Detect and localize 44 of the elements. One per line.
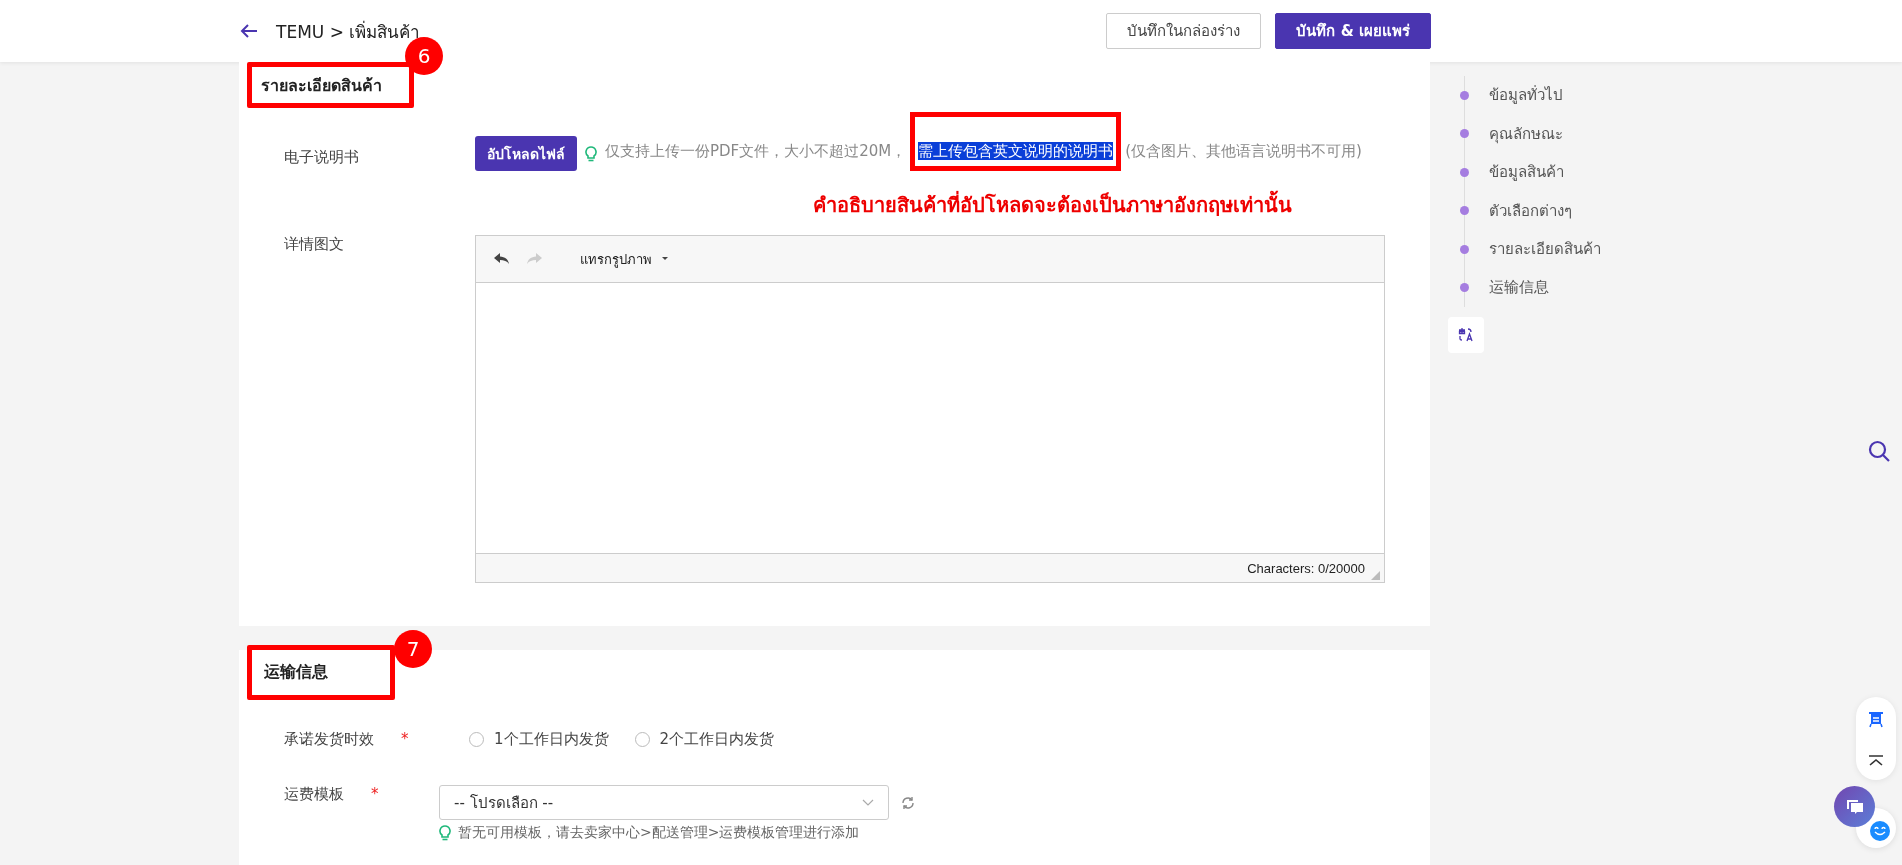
nav-item[interactable]: ตัวเลือกต่างๆ [1460,191,1902,230]
search-icon[interactable] [1868,440,1890,462]
chevron-down-icon [862,799,874,806]
chat-button[interactable] [1834,786,1875,827]
section-title: รายละเอียดสินค้า [261,74,382,97]
section-title: 运输信息 [264,662,328,683]
nav-item[interactable]: ข้อมูลสินค้า [1460,153,1902,192]
lightbulb-icon [585,146,597,162]
back-arrow-icon[interactable] [240,23,258,39]
nav-item[interactable]: คุณลักษณะ [1460,114,1902,153]
board-icon[interactable] [1867,710,1885,729]
back-to-top-icon[interactable] [1868,754,1884,767]
radio-option[interactable]: 1个工作日内发货 [469,730,609,749]
nav-item[interactable]: 运输信息 [1460,268,1902,307]
resize-grip-icon[interactable] [1371,571,1380,580]
publish-button[interactable]: บันทึก & เผยแพร่ [1275,13,1431,49]
rich-text-editor[interactable]: แทรกรูปภาพ Characters: 0/20000 [475,235,1385,583]
nav-item[interactable]: รายละเอียดสินค้า [1460,230,1902,269]
upload-button[interactable]: อัปโหลดไฟล์ [475,136,577,171]
required-mark: * [371,785,380,803]
caret-icon [662,257,668,261]
chat-icon [1845,798,1864,815]
translate-button[interactable] [1448,317,1484,353]
undo-icon[interactable] [494,253,510,265]
smiley-icon [1870,821,1890,841]
translate-icon [1458,327,1474,343]
field-label: 运费模板 [283,785,345,804]
upload-hint: 仅支持上传一份PDF文件，大小不超过20M， 需上传包含英文说明的说明书 (仅含图片、其他语言说明书不可用) [605,140,1365,163]
nav-item[interactable]: ข้อมูลทั่วไป [1460,76,1902,115]
step-badge: 7 [394,630,432,668]
radio-option[interactable]: 2个工作日内发货 [634,730,775,749]
required-mark: * [401,730,410,748]
insert-image-menu[interactable]: แทรกรูปภาพ [580,248,668,270]
shipping-template-dropdown[interactable]: -- โปรดเลือก -- [439,785,889,820]
save-draft-button[interactable]: บันทึกในกล่องร่าง [1106,13,1262,49]
refresh-icon[interactable] [901,795,915,810]
field-label: 详情图文 [283,235,345,255]
annotation-note: คำอธิบายสินค้าที่อัปโหลดจะต้องเป็นภาษาอังกฤษเท่านั้น [813,189,1422,221]
field-label: 电子说明书 [283,147,360,168]
step-badge: 6 [405,37,443,75]
character-count: Characters: 0/20000 [1247,560,1365,576]
field-label: 承诺发货时效 [283,730,375,749]
template-hint: 暂无可用模板，请去卖家中心>配送管理>运费模板管理进行添加 [458,824,860,842]
lightbulb-icon [439,825,451,841]
